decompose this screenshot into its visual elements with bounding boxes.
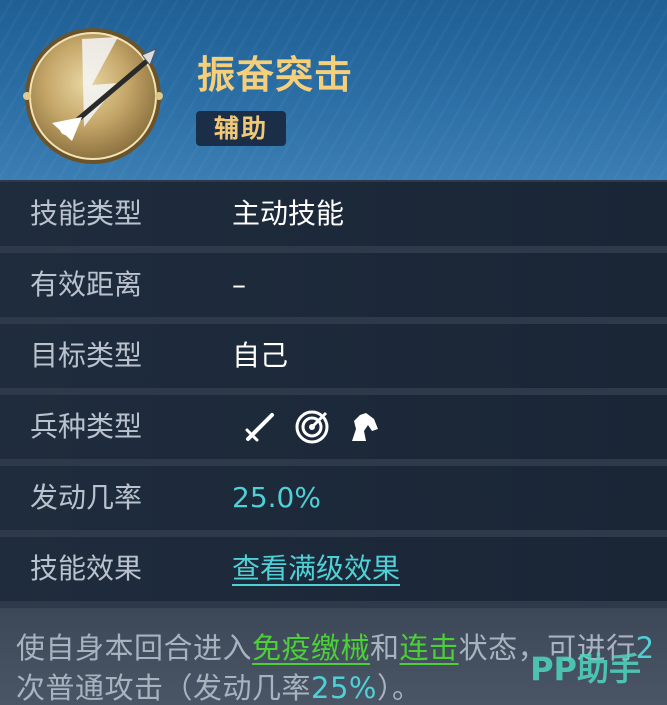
row-skill-type: 技能类型 主动技能: [0, 182, 667, 246]
row-value: 主动技能: [232, 197, 345, 230]
row-troop-type: 兵种类型: [0, 395, 667, 459]
desc-text: 次普通攻击（发动几率: [16, 671, 312, 705]
troop-icons: [242, 409, 382, 445]
row-label: 技能效果: [30, 552, 143, 585]
row-label: 目标类型: [30, 339, 143, 372]
skill-header: 振奋突击 辅助: [0, 0, 667, 180]
view-max-level-effect-link[interactable]: 查看满级效果: [232, 537, 400, 601]
keyword-combo[interactable]: 连击: [400, 631, 459, 665]
row-label: 兵种类型: [30, 410, 143, 443]
desc-text: 使自身本回合进入: [16, 631, 253, 665]
row-value: 自己: [232, 339, 289, 372]
row-target-type: 目标类型 自己: [0, 324, 667, 388]
row-label: 发动几率: [30, 481, 143, 514]
skill-info-table: 技能类型 主动技能 有效距离 – 目标类型 自己 兵种类型 发动几率 25.0%…: [0, 182, 667, 608]
target-icon: [294, 409, 330, 445]
watermark-logo: PP助手: [530, 650, 641, 688]
row-label: 有效距离: [30, 268, 143, 301]
desc-text: ）。: [376, 671, 422, 705]
row-effective-range: 有效距离 –: [0, 253, 667, 317]
keyword-immune-disarm[interactable]: 免疫缴械: [252, 631, 370, 665]
spear-lightning-icon: [22, 25, 164, 167]
desc-text: 和: [370, 631, 400, 665]
row-value: –: [232, 268, 246, 301]
row-skill-effect: 技能效果 查看满级效果: [0, 537, 667, 601]
row-trigger-rate: 发动几率 25.0%: [0, 466, 667, 530]
skill-name: 振奋突击: [197, 53, 354, 97]
horse-icon: [346, 409, 382, 445]
trigger-rate-value: 25.0%: [232, 481, 321, 514]
skill-tag: 辅助: [196, 111, 286, 146]
row-label: 技能类型: [30, 197, 143, 230]
desc-rate: 25%: [311, 671, 377, 705]
sword-icon: [242, 409, 278, 445]
